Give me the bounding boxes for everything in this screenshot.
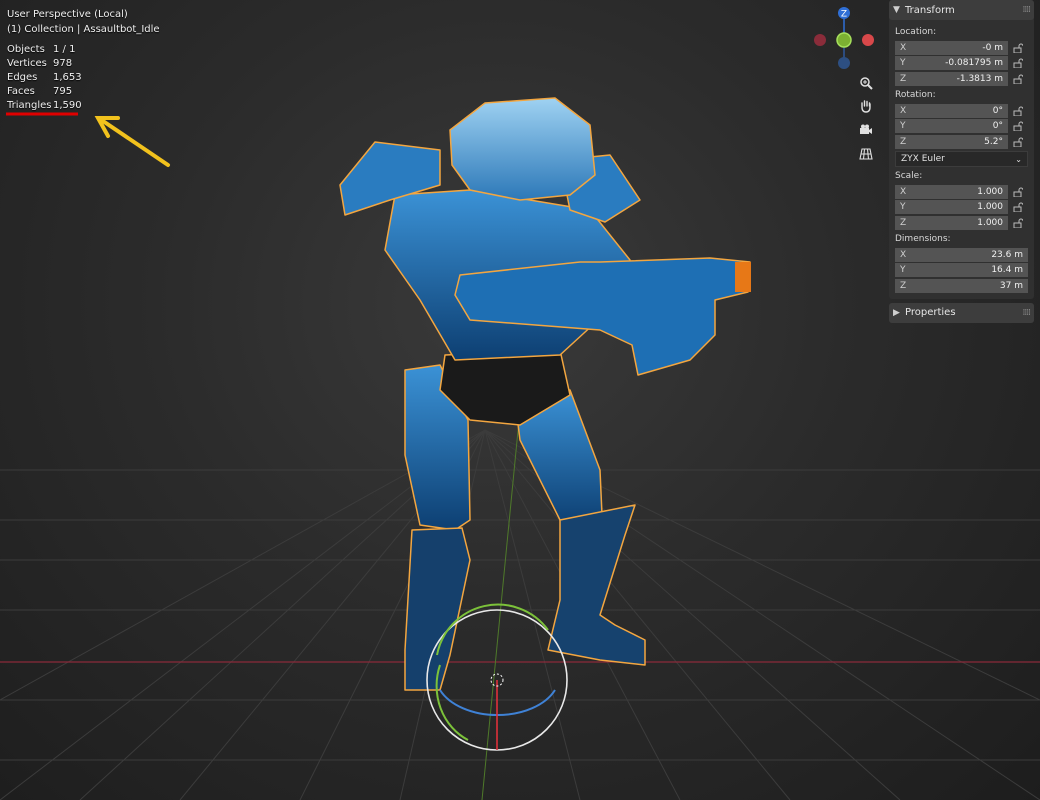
sidebar-n-panel: ▼ Transform ⁞⁞⁞⁞ Location: X -0 m Y -0.081… (889, 0, 1034, 327)
stat-value: 1 / 1 (53, 44, 76, 55)
axis-label: Y (900, 202, 906, 212)
view-name: User Perspective (Local) (7, 9, 128, 20)
axis-label: X (900, 249, 907, 260)
scale-x-field[interactable]: X 1.000 (895, 184, 1008, 199)
chevron-down-icon: ▼ (893, 5, 900, 15)
collection-label: (1) Collection | Assaultbot_Idle (7, 24, 160, 35)
field-value: 1.000 (977, 217, 1003, 228)
stat-value: 1,653 (53, 72, 82, 83)
lock-icon[interactable] (1008, 74, 1028, 84)
viewport-scene (0, 97, 1040, 800)
stat-row-faces: Faces 795 (7, 85, 93, 99)
location-y-field[interactable]: Y -0.081795 m (895, 56, 1008, 70)
rotation-y-field[interactable]: Y 0° (895, 119, 1008, 133)
properties-panel: ▶ Properties ⁞⁞⁞⁞ (889, 302, 1034, 323)
rotation-mode-select[interactable]: ZYX Euler ⌄ (895, 151, 1028, 167)
transform-title: Transform (905, 4, 955, 16)
z-axis-label: Z (841, 10, 847, 20)
axis-label: Z (900, 280, 907, 291)
stat-value: 1,590 (53, 100, 82, 111)
rotation-label: Rotation: (895, 90, 936, 100)
field-value: 1.000 (977, 202, 1003, 212)
rotation-mode-value: ZYX Euler (901, 154, 945, 164)
stat-value: 795 (53, 86, 73, 97)
lock-icon[interactable] (1008, 106, 1028, 116)
perspective-grid-icon[interactable] (856, 144, 876, 164)
dimensions-x-field[interactable]: X 23.6 m (895, 247, 1028, 262)
stat-row-edges: Edges 1,653 (7, 71, 93, 85)
chevron-right-icon: ▶ (893, 307, 900, 318)
field-value: 23.6 m (991, 249, 1023, 260)
location-z-field[interactable]: Z -1.3813 m (895, 71, 1008, 86)
viewport-header: User Perspective (Local) (1) Collection … (7, 7, 160, 37)
field-value: 16.4 m (991, 265, 1023, 275)
properties-title: Properties (905, 307, 956, 318)
transform-panel: ▼ Transform ⁞⁞⁞⁞ Location: X -0 m Y -0.081… (889, 0, 1034, 299)
field-value: 37 m (999, 280, 1023, 291)
scale-z-field[interactable]: Z 1.000 (895, 215, 1008, 230)
scene-statistics: Objects 1 / 1 Vertices 978 Edges 1,653 Face… (7, 43, 93, 113)
axis-label: X (900, 105, 907, 116)
axis-label: Z (900, 73, 907, 84)
lock-icon[interactable] (1008, 187, 1028, 197)
stat-label: Objects (7, 44, 45, 55)
3d-viewport[interactable]: User Perspective (Local) (1) Collection … (0, 0, 1040, 800)
dimensions-label: Dimensions: (895, 234, 951, 244)
location-x-field[interactable]: X -0 m (895, 40, 1008, 55)
drag-grip-icon[interactable]: ⁞⁞⁞⁞ (1023, 308, 1032, 318)
stat-label: Faces (7, 86, 35, 97)
annotation-arrow (94, 116, 170, 167)
properties-panel-header[interactable]: ▶ Properties ⁞⁞⁞⁞ (889, 302, 1034, 323)
lock-icon[interactable] (1008, 121, 1028, 131)
chevron-down-icon: ⌄ (1015, 154, 1022, 164)
navigation-gizmo[interactable]: Z (808, 4, 880, 74)
hand-pan-icon[interactable] (856, 96, 876, 116)
x-axis-icon (862, 34, 874, 46)
transform-panel-header[interactable]: ▼ Transform ⁞⁞⁞⁞ (889, 0, 1034, 20)
axis-label: Y (900, 121, 906, 131)
axis-label: X (900, 42, 907, 53)
lock-icon[interactable] (1008, 43, 1028, 53)
field-value: -0.081795 m (945, 58, 1003, 68)
axis-label: X (900, 186, 907, 197)
lock-icon[interactable] (1008, 137, 1028, 147)
stat-row-objects: Objects 1 / 1 (7, 43, 93, 57)
stat-label: Edges (7, 72, 38, 83)
lock-icon[interactable] (1008, 58, 1028, 68)
y-axis-icon (836, 32, 852, 48)
axis-label: Y (900, 265, 906, 275)
rotation-x-field[interactable]: X 0° (895, 103, 1008, 118)
dimensions-y-field[interactable]: Y 16.4 m (895, 263, 1028, 277)
stat-value: 978 (53, 58, 73, 69)
field-value: -0 m (982, 42, 1003, 53)
neg-x-axis-icon (814, 34, 826, 46)
neg-z-axis-icon (838, 57, 850, 69)
stat-label: Triangles (7, 100, 52, 111)
drag-grip-icon[interactable]: ⁞⁞⁞⁞ (1023, 5, 1032, 15)
robot-model (339, 97, 751, 691)
field-value: 1.000 (977, 186, 1003, 197)
dimensions-z-field[interactable]: Z 37 m (895, 278, 1028, 293)
field-value: 0° (992, 121, 1003, 131)
floor-grid (0, 429, 1040, 800)
stat-label: Vertices (7, 58, 47, 69)
scale-label: Scale: (895, 171, 923, 181)
stat-row-vertices: Vertices 978 (7, 57, 93, 71)
stat-row-triangles: Triangles 1,590 (7, 99, 93, 113)
field-value: 0° (992, 105, 1003, 116)
field-value: 5.2° (984, 136, 1003, 147)
lock-icon[interactable] (1008, 202, 1028, 212)
scale-y-field[interactable]: Y 1.000 (895, 200, 1008, 214)
axis-label: Z (900, 217, 907, 228)
location-label: Location: (895, 27, 937, 37)
axis-label: Z (900, 136, 907, 147)
axis-label: Y (900, 58, 906, 68)
camera-icon[interactable] (856, 120, 876, 140)
lock-icon[interactable] (1008, 218, 1028, 228)
zoom-icon[interactable] (856, 73, 876, 93)
rotation-z-field[interactable]: Z 5.2° (895, 134, 1008, 149)
field-value: -1.3813 m (956, 73, 1003, 84)
